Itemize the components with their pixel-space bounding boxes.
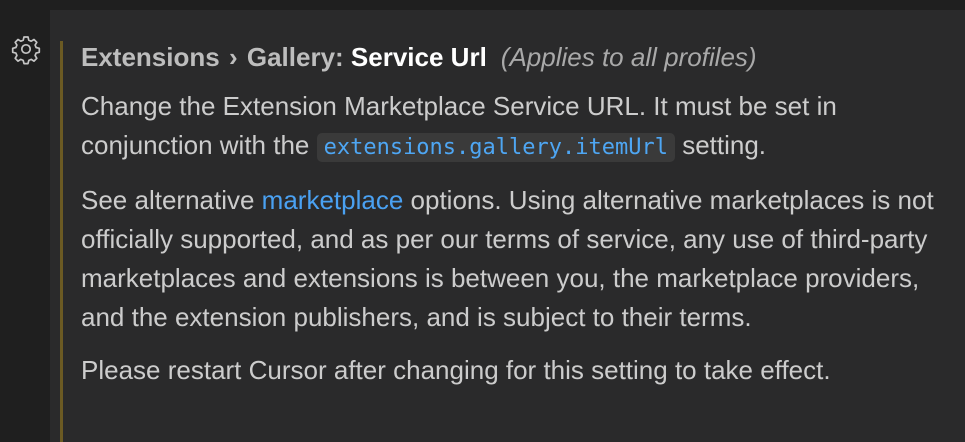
setting-subcategory: Gallery:	[246, 42, 344, 72]
setting-content: Extensions › Gallery: Service Url (Applie…	[81, 40, 951, 390]
setting-description-paragraph-1: Change the Extension Marketplace Service…	[81, 87, 951, 167]
setting-title: Extensions › Gallery: Service Url (Applie…	[81, 40, 951, 74]
setting-description-paragraph-3: Please restart Cursor after changing for…	[81, 355, 831, 385]
description-text: setting.	[674, 130, 767, 160]
setting-name: Service Url	[350, 42, 487, 72]
setting-gutter	[0, 0, 50, 442]
setting-reference-code-link[interactable]: extensions.gallery.itemUrl	[316, 133, 675, 162]
category-separator: ›	[228, 42, 238, 72]
setting-description-paragraph-2: See alternative marketplace options. Usi…	[81, 181, 951, 337]
setting-category: Extensions	[81, 42, 220, 72]
gear-icon[interactable]	[10, 33, 42, 65]
description-text: See alternative	[81, 185, 262, 215]
settings-editor: Extensions › Gallery: Service Url (Applie…	[0, 0, 965, 442]
marketplace-link[interactable]: marketplace	[262, 185, 404, 215]
setting-scope-label: (Applies to all profiles)	[500, 42, 757, 72]
modified-indicator	[60, 41, 63, 442]
